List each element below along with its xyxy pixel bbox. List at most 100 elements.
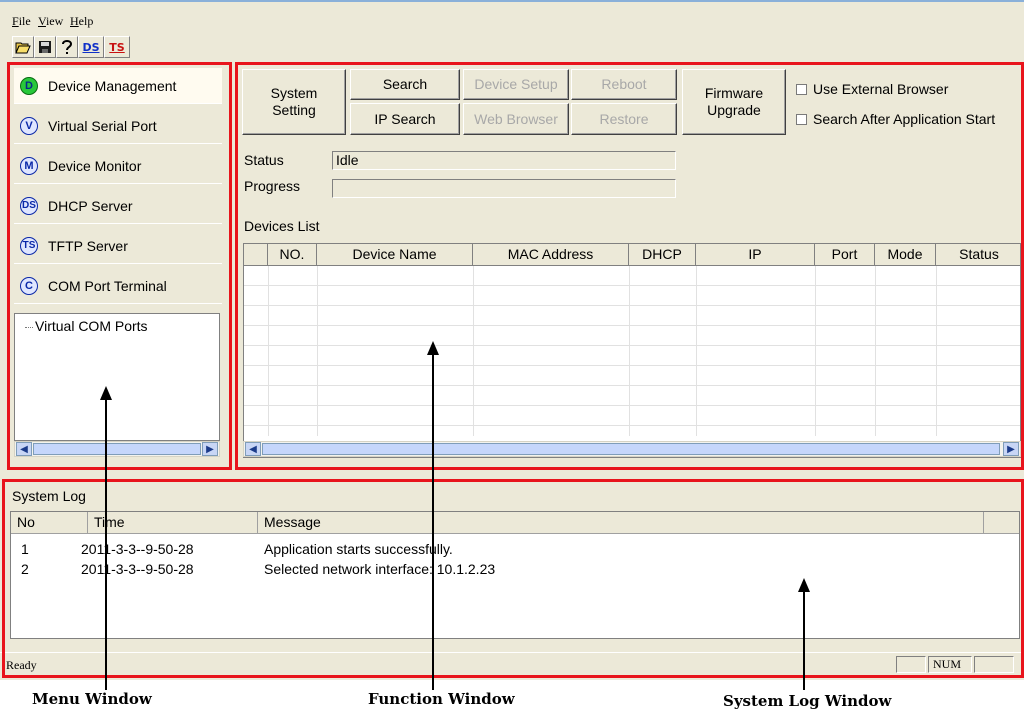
system-log-list[interactable]: No Time Message 1 2011-3-3--9-50-28 Appl…: [10, 511, 1020, 639]
ds-icon: DS: [82, 40, 100, 54]
row-indicator-header: [244, 244, 268, 265]
search-button[interactable]: Search: [350, 69, 460, 100]
system-log-header: No Time Message: [11, 512, 1019, 534]
table-row[interactable]: [244, 406, 1020, 426]
arrow-line: [432, 353, 434, 690]
virtual-com-ports-tree[interactable]: Virtual COM Ports: [14, 313, 220, 441]
menu-item-device-monitor[interactable]: M Device Monitor: [14, 148, 222, 184]
table-row[interactable]: [244, 326, 1020, 346]
device-setup-button[interactable]: Device Setup: [463, 69, 569, 100]
ip-search-button[interactable]: IP Search: [350, 103, 460, 135]
column-divider: [875, 266, 876, 436]
ds-button[interactable]: DS: [78, 36, 104, 58]
log-row-time: 2011-3-3--9-50-28: [81, 541, 194, 557]
arrow-line: [803, 590, 805, 690]
save-disk-icon: [39, 41, 51, 53]
table-row[interactable]: [244, 306, 1020, 326]
checkbox-label: Search After Application Start: [813, 111, 996, 127]
device-monitor-icon: M: [20, 156, 38, 175]
column-header-message[interactable]: Message: [258, 512, 984, 533]
system-log-title: System Log: [12, 488, 86, 504]
column-header-device-name[interactable]: Device Name: [317, 244, 473, 265]
menu-item-label: Virtual Serial Port: [48, 117, 157, 134]
scroll-left-icon[interactable]: ◀: [245, 442, 261, 456]
menu-item-device-management[interactable]: D Device Management: [14, 68, 222, 104]
column-header-ip[interactable]: IP: [696, 244, 815, 265]
scroll-thumb[interactable]: [33, 443, 201, 455]
system-setting-button[interactable]: System Setting: [242, 69, 346, 135]
column-header-status[interactable]: Status: [936, 244, 1020, 265]
arrow-line: [105, 398, 107, 690]
progress-label: Progress: [244, 178, 301, 194]
column-divider: [268, 266, 269, 436]
status-field: Idle: [332, 151, 676, 170]
column-header-no[interactable]: NO.: [268, 244, 317, 265]
column-divider: [629, 266, 630, 436]
column-header-no[interactable]: No: [11, 512, 88, 533]
function-window-caption: Function Window: [368, 690, 515, 708]
menu-view[interactable]: View: [38, 14, 63, 29]
column-header-mac-address[interactable]: MAC Address: [473, 244, 629, 265]
column-header-port[interactable]: Port: [815, 244, 875, 265]
tree-item-virtual-com-ports[interactable]: Virtual COM Ports: [25, 318, 148, 334]
column-header-mode[interactable]: Mode: [875, 244, 936, 265]
table-row[interactable]: [244, 366, 1020, 386]
column-divider: [317, 266, 318, 436]
dhcp-server-icon: DS: [20, 196, 38, 215]
scroll-right-icon[interactable]: ▶: [1003, 442, 1019, 456]
num-lock-indicator: NUM: [928, 656, 972, 673]
devices-horizontal-scrollbar[interactable]: ◀ ▶: [243, 441, 1021, 457]
column-divider: [696, 266, 697, 436]
device-management-icon: D: [20, 76, 38, 95]
menu-item-dhcp-server[interactable]: DS DHCP Server: [14, 188, 222, 224]
scroll-left-icon[interactable]: ◀: [16, 442, 32, 456]
firmware-upgrade-button[interactable]: Firmware Upgrade: [682, 69, 786, 135]
scroll-right-icon[interactable]: ▶: [202, 442, 218, 456]
checkbox-box[interactable]: [796, 113, 807, 125]
checkbox-label: Use External Browser: [813, 81, 949, 97]
scroll-thumb[interactable]: [262, 443, 1000, 455]
table-row[interactable]: [244, 386, 1020, 406]
column-header-dhcp[interactable]: DHCP: [629, 244, 696, 265]
column-header-time[interactable]: Time: [88, 512, 258, 533]
menu-item-label: Device Management: [48, 77, 177, 94]
folder-open-icon: [15, 42, 31, 54]
system-log-window-caption: System Log Window: [723, 692, 892, 710]
virtual-serial-port-icon: V: [20, 116, 38, 135]
table-row[interactable]: [244, 346, 1020, 366]
checkbox-box[interactable]: [796, 83, 807, 95]
column-divider: [936, 266, 937, 436]
ts-button[interactable]: TS: [104, 36, 130, 58]
status-bar: Ready NUM: [0, 652, 1024, 675]
save-button[interactable]: [34, 36, 56, 58]
status-panel-empty: [896, 656, 926, 673]
menu-item-virtual-serial-port[interactable]: V Virtual Serial Port: [14, 108, 222, 144]
menu-item-com-port-terminal[interactable]: C COM Port Terminal: [14, 268, 222, 304]
help-button[interactable]: [56, 36, 78, 58]
table-row[interactable]: [244, 286, 1020, 306]
menu-item-tftp-server[interactable]: TS TFTP Server: [14, 228, 222, 264]
menu-help[interactable]: Help: [70, 14, 93, 29]
column-divider: [815, 266, 816, 436]
reboot-button[interactable]: Reboot: [571, 69, 677, 100]
restore-button[interactable]: Restore: [571, 103, 677, 135]
status-text: Ready: [6, 658, 37, 672]
menu-horizontal-scrollbar[interactable]: ◀ ▶: [14, 441, 220, 457]
devices-list-label: Devices List: [244, 218, 320, 234]
open-button[interactable]: [12, 36, 34, 58]
search-after-start-checkbox[interactable]: Search After Application Start: [796, 111, 995, 127]
log-row-message: Application starts successfully.: [264, 541, 453, 557]
log-row-no: 1: [21, 541, 29, 557]
log-row-no: 2: [21, 561, 29, 577]
menu-file[interactable]: File: [12, 14, 31, 29]
title-bar-edge: [0, 0, 1024, 2]
log-row-time: 2011-3-3--9-50-28: [81, 561, 194, 577]
table-row[interactable]: [244, 266, 1020, 286]
devices-table[interactable]: NO. Device Name MAC Address DHCP IP Port…: [243, 243, 1021, 458]
web-browser-button[interactable]: Web Browser: [463, 103, 569, 135]
devices-table-header: NO. Device Name MAC Address DHCP IP Port…: [244, 244, 1020, 266]
use-external-browser-checkbox[interactable]: Use External Browser: [796, 81, 948, 97]
menu-item-label: Device Monitor: [48, 157, 142, 174]
application-window: File View Help DS TS D Device Management…: [0, 0, 1024, 680]
column-divider: [473, 266, 474, 436]
